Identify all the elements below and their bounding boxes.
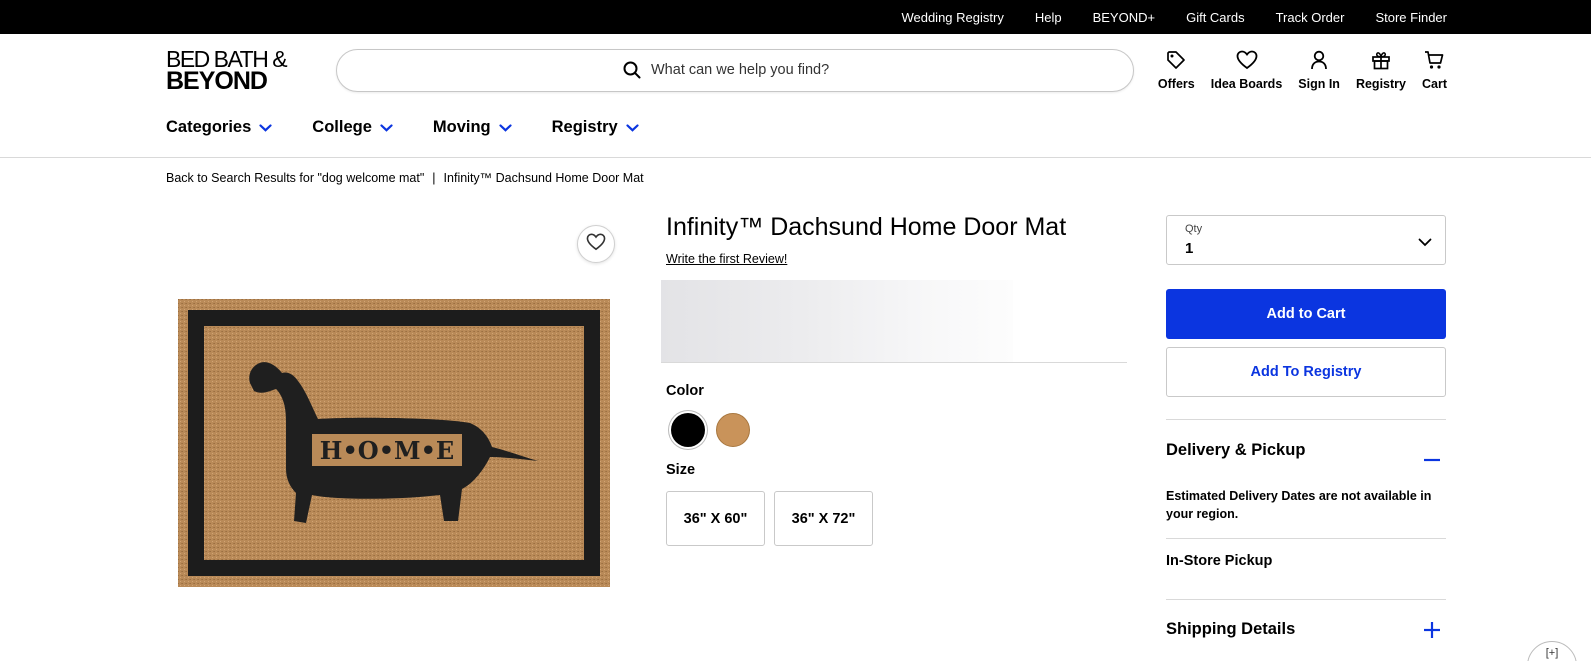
track-order-link[interactable]: Track Order — [1276, 10, 1345, 25]
nav-college-label: College — [312, 118, 372, 136]
delivery-pickup-heading[interactable]: Delivery & Pickup — [1166, 441, 1305, 460]
logo-line-2: BEYOND — [166, 67, 268, 95]
header-actions: Offers Idea Boards Sign In Registry Cart — [1158, 48, 1447, 91]
quantity-select[interactable]: Qty 1 — [1166, 215, 1446, 265]
size-option-36x60[interactable]: 36" X 60" — [666, 491, 765, 546]
store-finder-link[interactable]: Store Finder — [1375, 10, 1447, 25]
chevron-down-icon — [380, 123, 393, 132]
nav-registry-label: Registry — [551, 118, 618, 136]
breadcrumb: Back to Search Results for "dog welcome … — [166, 171, 644, 185]
heart-icon — [586, 233, 606, 256]
price-loading-placeholder — [661, 280, 1013, 363]
top-utility-bar: Wedding Registry Help BEYOND+ Gift Cards… — [0, 0, 1591, 34]
chevron-down-icon — [1418, 234, 1432, 252]
offers-label: Offers — [1157, 77, 1195, 91]
nav-moving[interactable]: Moving — [433, 118, 512, 137]
offers-button[interactable]: Offers — [1158, 48, 1195, 91]
mat-home-text: H•O•M•E — [320, 436, 454, 465]
add-to-registry-button[interactable]: Add To Registry — [1166, 347, 1446, 397]
price-divider — [661, 362, 1127, 363]
nav-moving-label: Moving — [432, 118, 491, 136]
section-divider — [1166, 419, 1446, 420]
write-review-link[interactable]: Write the first Review! — [666, 252, 787, 266]
color-label: Color — [666, 383, 704, 399]
breadcrumb-current: Infinity™ Dachsund Home Door Mat — [443, 171, 644, 185]
minus-icon[interactable] — [1423, 449, 1441, 467]
breadcrumb-separator: | — [432, 171, 436, 185]
section-divider — [1166, 599, 1446, 600]
cart-icon — [1424, 48, 1444, 72]
shipping-details-heading[interactable]: Shipping Details — [1166, 620, 1295, 639]
main-nav: Categories College Moving Registry — [166, 118, 639, 137]
back-to-results-link[interactable]: Back to Search Results for "dog welcome … — [166, 171, 424, 185]
qty-label: Qty — [1185, 223, 1203, 235]
help-link[interactable]: Help — [1035, 10, 1062, 25]
add-to-favorites-button[interactable] — [577, 225, 615, 263]
add-to-cart-button[interactable]: Add to Cart — [1166, 289, 1446, 339]
heart-icon — [1236, 48, 1258, 72]
user-icon — [1310, 48, 1328, 72]
cart-label: Cart — [1421, 77, 1447, 91]
chevron-down-icon — [499, 123, 512, 132]
plus-icon[interactable] — [1423, 621, 1441, 644]
nav-college[interactable]: College — [312, 118, 393, 137]
feedback-button[interactable]: [+] — [1527, 641, 1577, 661]
nav-divider — [0, 157, 1591, 158]
registry-button[interactable]: Registry — [1356, 48, 1406, 91]
gift-cards-link[interactable]: Gift Cards — [1186, 10, 1245, 25]
size-option-36x72[interactable]: 36" X 72" — [774, 491, 873, 546]
product-image[interactable]: H•O•M•E — [178, 299, 610, 587]
size-label: Size — [666, 462, 696, 478]
gift-icon — [1371, 48, 1391, 72]
cart-button[interactable]: Cart — [1422, 48, 1447, 91]
qty-value: 1 — [1185, 240, 1194, 257]
chevron-down-icon — [259, 123, 272, 132]
feedback-label: [+] — [1545, 647, 1559, 659]
color-swatch-black[interactable] — [671, 413, 705, 447]
search-bar[interactable] — [336, 49, 1134, 92]
tag-icon — [1166, 48, 1186, 72]
chevron-down-icon — [626, 123, 639, 132]
nav-categories-label: Categories — [166, 118, 252, 136]
wedding-registry-link[interactable]: Wedding Registry — [901, 10, 1003, 25]
sign-in-label: Sign In — [1298, 77, 1340, 91]
nav-categories[interactable]: Categories — [166, 118, 272, 137]
color-swatch-tan[interactable] — [716, 413, 750, 447]
nav-registry[interactable]: Registry — [552, 118, 639, 137]
delivery-note: Estimated Delivery Dates are not availab… — [1166, 489, 1432, 521]
section-divider — [1166, 538, 1446, 539]
beyond-plus-link[interactable]: BEYOND+ — [1093, 10, 1156, 25]
product-title: Infinity™ Dachsund Home Door Mat — [666, 213, 1067, 241]
sign-in-button[interactable]: Sign In — [1298, 48, 1340, 91]
utility-links: Wedding Registry Help BEYOND+ Gift Cards… — [901, 0, 1447, 34]
in-store-pickup-option[interactable]: In-Store Pickup — [1166, 553, 1272, 569]
site-logo[interactable]: BED BATH & BEYOND — [166, 48, 310, 94]
search-icon[interactable] — [623, 61, 641, 79]
registry-label: Registry — [1355, 77, 1406, 91]
search-input[interactable] — [651, 62, 951, 78]
idea-boards-button[interactable]: Idea Boards — [1210, 48, 1283, 91]
idea-boards-label: Idea Boards — [1210, 77, 1283, 91]
